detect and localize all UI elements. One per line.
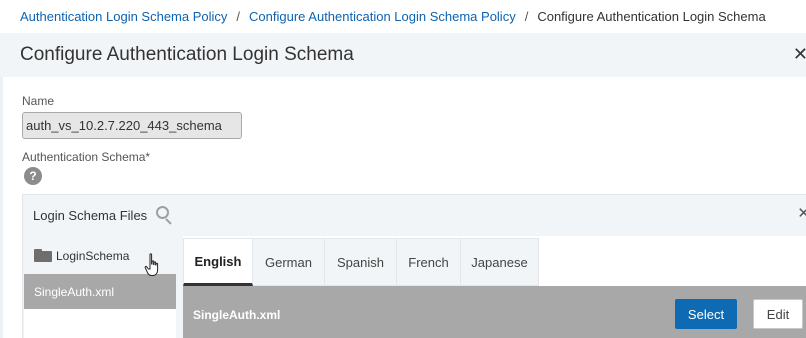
tree-folder-label: LoginSchema — [56, 248, 130, 263]
breadcrumb-separator: / — [236, 9, 241, 24]
edit-button[interactable]: Edit — [753, 299, 803, 329]
folder-icon — [34, 249, 52, 262]
preview-toolbar: SingleAuth.xml Select Edit — [183, 286, 806, 338]
language-tabs: English German Spanish French Japanese — [183, 238, 539, 286]
breadcrumb: Authentication Login Schema Policy / Con… — [0, 0, 806, 33]
help-icon[interactable]: ? — [24, 167, 42, 185]
hand-cursor-icon — [144, 253, 159, 276]
breadcrumb-separator: / — [524, 9, 529, 24]
breadcrumb-current: Configure Authentication Login Schema — [537, 9, 766, 24]
name-label: Name — [22, 94, 55, 108]
tab-english[interactable]: English — [183, 238, 253, 286]
tab-german[interactable]: German — [253, 238, 325, 286]
tab-japanese[interactable]: Japanese — [461, 238, 539, 286]
files-header: Login Schema Files — [33, 206, 174, 225]
schema-preview: English German Spanish French Japanese S… — [183, 236, 806, 338]
tab-spanish[interactable]: Spanish — [325, 238, 397, 286]
files-header-label: Login Schema Files — [33, 207, 148, 223]
breadcrumb-login-schema-policy[interactable]: Authentication Login Schema Policy — [20, 9, 227, 24]
select-button[interactable]: Select — [675, 299, 737, 329]
panel-header: Configure Authentication Login Schema ✕ — [0, 33, 806, 77]
tree-file-label: SingleAuth.xml — [34, 284, 115, 299]
preview-file-name: SingleAuth.xml — [193, 308, 281, 322]
search-icon[interactable] — [156, 206, 174, 225]
tree-file-singleauth[interactable]: SingleAuth.xml — [24, 274, 176, 309]
panel-left-border — [0, 77, 3, 338]
close-icon[interactable]: ✕ — [793, 44, 806, 65]
page-title: Configure Authentication Login Schema — [20, 44, 354, 65]
name-field[interactable] — [22, 112, 242, 139]
authentication-schema-label: Authentication Schema* — [22, 150, 151, 164]
tab-french[interactable]: French — [397, 238, 461, 286]
close-icon[interactable]: ✕ — [797, 204, 806, 222]
breadcrumb-configure-policy[interactable]: Configure Authentication Login Schema Po… — [249, 9, 516, 24]
